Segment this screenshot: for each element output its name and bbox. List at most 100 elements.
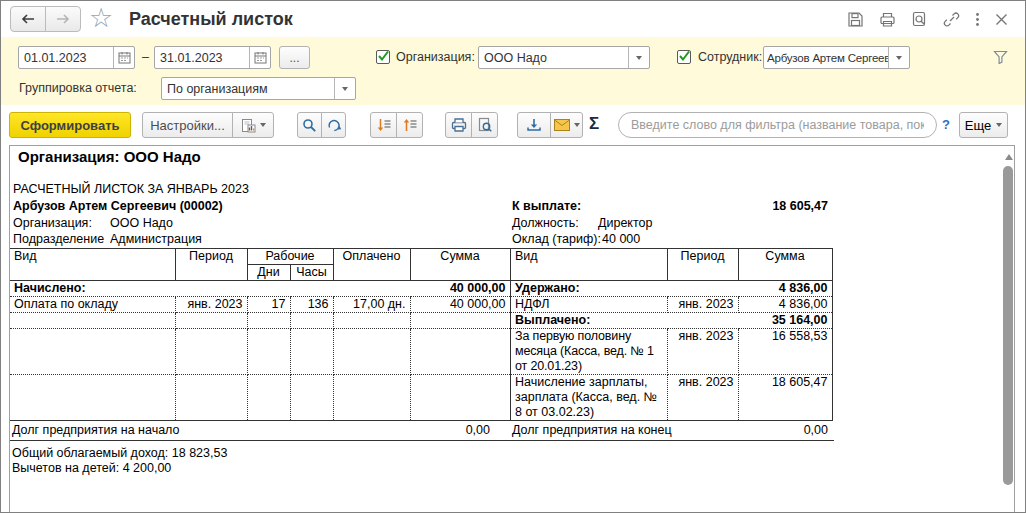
- cell-amount: 4 836,00: [738, 297, 832, 313]
- report-variant-button[interactable]: [232, 112, 274, 138]
- send-email-button[interactable]: [550, 112, 583, 138]
- report-variant-icon: [241, 118, 256, 133]
- grouping-label: Группировка отчета:: [19, 77, 137, 100]
- empty-row: [10, 375, 510, 421]
- grouping-combo[interactable]: По организациям: [161, 77, 356, 100]
- calendar-icon[interactable]: [249, 47, 270, 68]
- nav-buttons: [10, 6, 81, 32]
- help-link[interactable]: ?: [942, 117, 950, 132]
- to-pay-value: 18 605,47: [610, 199, 828, 214]
- to-pay-label: К выплате:: [512, 199, 581, 214]
- print-preview-button[interactable]: [471, 112, 498, 138]
- accrued-total: 40 000,00: [450, 281, 506, 296]
- chevron-down-icon[interactable]: [334, 78, 355, 99]
- email-icon: [554, 119, 570, 131]
- close-icon[interactable]: [995, 13, 1008, 26]
- more-menu-icon[interactable]: [975, 11, 980, 28]
- cell-amount: 16 558,53: [738, 329, 832, 375]
- col-amount: Сумма: [738, 249, 832, 281]
- cell-kind: За первую половину месяца (Касса, вед. №…: [511, 329, 667, 375]
- chevron-down-icon: [574, 123, 580, 127]
- org-checkbox[interactable]: [376, 50, 390, 64]
- chevron-down-icon[interactable]: [628, 47, 649, 68]
- chevron-down-icon: [996, 123, 1002, 127]
- col-paid: Оплачено: [333, 249, 410, 281]
- paid-total-row: Выплачено: 35 164,00: [511, 313, 832, 329]
- totals-sigma-icon[interactable]: Σ: [589, 114, 599, 134]
- search-group: [297, 112, 346, 138]
- withheld-total: 4 836,00: [779, 281, 828, 296]
- expand-collapse-group: [370, 112, 423, 138]
- col-hours: Часы: [290, 265, 333, 281]
- debt-end-value: 0,00: [610, 423, 828, 438]
- page-title: Расчетный листок: [129, 9, 293, 30]
- cell-kind: НДФЛ: [511, 297, 667, 313]
- withheld-label: Удержано:: [515, 281, 580, 296]
- date-to-field[interactable]: 31.01.2023: [154, 46, 271, 69]
- more-button[interactable]: Еще: [959, 112, 1008, 138]
- empty-row: [10, 313, 510, 329]
- taxable-income-line: Общий облагаемый доход: 18 823,53: [12, 446, 227, 461]
- employee-name: Арбузов Артем Сергеевич (00002): [13, 199, 223, 214]
- calendar-icon[interactable]: [113, 47, 134, 68]
- withheld-total-row: Удержано: 4 836,00: [511, 281, 832, 297]
- accrual-row: Оплата по окладу янв. 2023 17 136 17,00 …: [10, 297, 510, 313]
- col-working: Рабочие: [247, 249, 333, 265]
- employee-combo[interactable]: Арбузов Артем Сергеевич: [763, 46, 910, 69]
- settings-group: Настройки...: [142, 112, 274, 138]
- date-options-button[interactable]: ...: [279, 46, 310, 69]
- vertical-scrollbar[interactable]: [1003, 166, 1013, 485]
- col-period: Период: [175, 249, 247, 281]
- scroll-up-icon[interactable]: [1005, 154, 1013, 160]
- position-label: Должность:: [512, 216, 579, 231]
- print-button[interactable]: [445, 112, 472, 138]
- settings-button[interactable]: Настройки...: [142, 112, 233, 138]
- position-value: Директор: [598, 216, 652, 231]
- debt-start-value: 0,00: [310, 423, 490, 438]
- favorite-star-icon[interactable]: ☆: [89, 2, 113, 34]
- date-from-field[interactable]: 01.01.2023: [18, 46, 135, 69]
- accrued-label: Начислено:: [14, 281, 86, 296]
- org-combo-value: ООО Надо: [479, 51, 628, 65]
- find-button[interactable]: [297, 112, 322, 138]
- cell-period: янв. 2023: [667, 329, 738, 375]
- date-to-value: 31.01.2023: [155, 51, 249, 65]
- col-kind: Вид: [10, 249, 175, 281]
- deductions-table: Вид Период Сумма Удержано:4 836,00 НДФЛ …: [511, 248, 833, 421]
- cancel-search-button[interactable]: [321, 112, 346, 138]
- link-icon[interactable]: [943, 11, 960, 28]
- employee-filter-label: Сотрудник:: [698, 46, 762, 69]
- filter-funnel-icon[interactable]: [993, 50, 1008, 68]
- more-group: Еще: [959, 112, 1008, 138]
- paid-total: 35 164,00: [772, 313, 828, 328]
- filter-input[interactable]: [618, 112, 937, 138]
- expand-groups-button[interactable]: [370, 112, 397, 138]
- cell-paid: 17,00 дн.: [333, 297, 410, 313]
- grouping-combo-value: По организациям: [162, 82, 334, 96]
- department-value: Администрация: [110, 232, 202, 247]
- collapse-groups-button[interactable]: [396, 112, 423, 138]
- forward-button[interactable]: [45, 6, 81, 32]
- date-range-dash: –: [142, 46, 149, 69]
- back-button[interactable]: [10, 6, 46, 32]
- employee-checkbox[interactable]: [677, 50, 691, 64]
- report-group-header: Организация: ООО Надо: [18, 149, 201, 164]
- print-icon[interactable]: [879, 11, 896, 28]
- org-label: Организация:: [13, 216, 92, 231]
- accrued-total-row: Начислено: 40 000,00: [10, 281, 510, 297]
- salary-value: 40 000: [602, 232, 640, 247]
- generate-button[interactable]: Сформировать: [9, 112, 131, 138]
- preview-icon[interactable]: [911, 11, 928, 28]
- paid-label: Выплачено:: [515, 313, 590, 328]
- print-group: [445, 112, 498, 138]
- salary-label: Оклад (тариф):: [512, 232, 601, 247]
- org-combo[interactable]: ООО Надо: [478, 46, 650, 69]
- filter-panel: 01.01.2023 – 31.01.2023 ... Организация:…: [1, 37, 1025, 105]
- child-deductions-line: Вычетов на детей: 4 200,00: [12, 461, 171, 476]
- date-from-value: 01.01.2023: [19, 51, 113, 65]
- save-file-button[interactable]: [517, 112, 551, 138]
- col-period: Период: [667, 249, 738, 281]
- chevron-down-icon[interactable]: [888, 47, 909, 68]
- save-icon[interactable]: [847, 11, 864, 28]
- report-toolbar: Сформировать Настройки...: [1, 105, 1025, 145]
